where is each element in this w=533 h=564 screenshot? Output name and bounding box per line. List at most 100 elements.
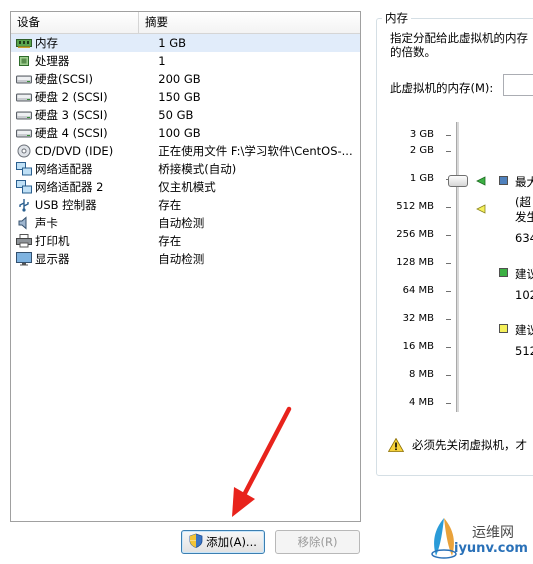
sound-card-icon [16,216,32,230]
device-name: 打印机 [35,234,70,248]
printer-icon [16,234,32,248]
device-summary: 存在 [158,234,182,248]
watermark: 运维网 iyunv.com [430,512,533,564]
device-row[interactable]: CD/DVD (IDE) 正在使用文件 F:\学习软件\CentOS-... [11,142,360,160]
device-row[interactable]: 声卡 自动检测 [11,214,360,232]
device-summary: 桥接模式(自动) [158,162,237,176]
memory-slider-track[interactable] [456,122,459,412]
add-button[interactable]: 添加(A)... [181,530,265,554]
device-name: 网络适配器 2 [35,180,104,194]
device-name: USB 控制器 [34,198,97,212]
device-name: 硬盘(SCSI) [35,72,93,86]
column-header-device[interactable]: 设备 [11,12,139,33]
network-adapter-icon [16,162,32,176]
memory-scale-label: 2 GB [409,145,434,156]
memory-scale-tick [446,347,451,348]
device-name: CD/DVD (IDE) [34,144,114,158]
device-row[interactable]: 网络适配器 2 仅主机模式 [11,178,360,196]
watermark-en: iyunv.com [454,541,528,556]
remove-button[interactable]: 移除(R) [275,530,360,554]
memory-scale-label: 64 MB [402,285,434,296]
shield-icon [189,533,203,551]
memory-scale-label: 3 GB [409,129,434,140]
add-button-label: 添加(A)... [206,535,257,549]
device-summary: 仅主机模式 [158,180,216,194]
column-header-summary[interactable]: 摘要 [139,12,360,33]
device-name: 处理器 [34,54,70,68]
cd-dvd-icon [16,144,32,158]
memory-scale-tick [446,263,451,264]
legend-max-line3: 发生 [515,210,533,224]
legend-min-recommended-swatch [499,324,508,333]
device-row[interactable]: 处理器 1 [11,52,360,70]
device-name: 显示器 [35,252,70,266]
memory-group-title: 内存 [382,10,411,26]
memory-scale-label: 32 MB [402,313,434,324]
legend-max-value: 634 [515,231,533,245]
device-summary: 1 [158,54,166,68]
device-summary: 存在 [158,198,182,212]
watermark-cn: 运维网 [472,525,514,541]
memory-icon [16,36,32,50]
hard-disk-icon [16,72,32,86]
device-row[interactable]: 内存 1 GB [11,34,360,52]
memory-scale-tick [446,135,451,136]
legend-max-label: 最大 [515,175,533,189]
device-row[interactable]: 硬盘(SCSI) 200 GB [11,70,360,88]
usb-icon [16,198,32,212]
device-row[interactable]: 硬盘 4 (SCSI) 100 GB [11,124,360,142]
memory-scale-tick [446,151,451,152]
device-row[interactable]: 网络适配器 桥接模式(自动) [11,160,360,178]
device-name: 硬盘 4 (SCSI) [35,126,108,140]
hard-disk-icon [16,126,32,140]
memory-input[interactable] [503,74,533,96]
warning-text: 必须先关闭虚拟机，才 [412,438,527,452]
memory-scale-tick [446,235,451,236]
legend-recommended-label: 建议 [515,267,533,281]
warning-message: 必须先关闭虚拟机，才 [388,437,533,453]
memory-scale-label: 512 MB [396,201,434,212]
device-name: 硬盘 3 (SCSI) [35,108,108,122]
device-table: 设备 摘要 内存 1 GB 处理器 1 硬盘(SCSI) 200 GB 硬盘 2 (SCSI… [10,11,361,522]
device-summary: 正在使用文件 F:\学习软件\CentOS-... [158,144,353,158]
device-row[interactable]: 打印机 存在 [11,232,360,250]
device-name: 硬盘 2 (SCSI) [35,90,108,104]
memory-description-line1: 指定分配给此虚拟机的内存 [390,31,528,45]
recommended-marker-icon [476,204,486,214]
display-icon [16,252,32,266]
memory-scale-label: 256 MB [396,229,434,240]
device-row[interactable]: 硬盘 3 (SCSI) 50 GB [11,106,360,124]
memory-slider-thumb[interactable] [448,175,468,187]
device-row[interactable]: 硬盘 2 (SCSI) 150 GB [11,88,360,106]
device-name: 声卡 [34,216,58,230]
legend-min-recommended-label: 建议 [515,323,533,337]
memory-scale-tick [446,291,451,292]
device-summary: 50 GB [158,108,194,122]
remove-button-label: 移除(R) [297,535,338,549]
network-adapter-icon [16,180,32,194]
device-summary: 1 GB [158,36,187,50]
device-row[interactable]: 显示器 自动检测 [11,250,360,268]
hard-disk-icon [16,108,32,122]
legend-recommended-value: 102 [515,288,533,302]
memory-scale-tick [446,319,451,320]
device-summary: 100 GB [158,126,201,140]
device-name: 网络适配器 [35,162,93,176]
max-marker-icon [476,176,486,186]
processor-icon [16,54,32,68]
warning-icon [388,438,404,452]
device-name: 内存 [35,36,58,50]
memory-scale-label: 4 MB [408,397,434,408]
memory-description: 指定分配给此虚拟机的内存 的倍数。 [390,31,533,59]
device-summary: 自动检测 [158,216,205,230]
device-row[interactable]: USB 控制器 存在 [11,196,360,214]
memory-scale: 3 GB 2 GB 1 GB 512 MB 256 MB 128 MB 64 MB 32 MB… [376,120,434,420]
memory-scale-label: 128 MB [396,257,434,268]
memory-scale-label: 1 GB [409,173,434,184]
memory-input-label: 此虚拟机的内存(M): [390,81,494,95]
legend-max-line2: (超 [515,195,531,209]
legend-recommended-swatch [499,268,508,277]
legend-max-swatch [499,176,508,185]
legend-min-recommended-value: 512 [515,344,533,358]
device-summary: 自动检测 [158,252,205,266]
